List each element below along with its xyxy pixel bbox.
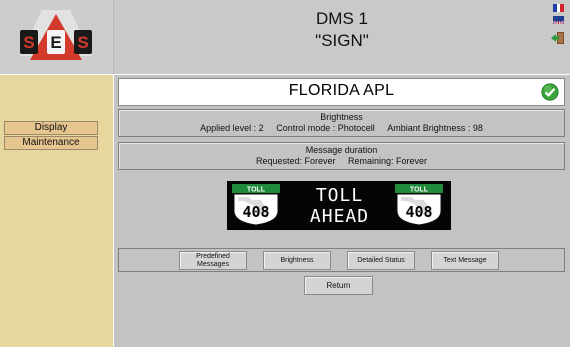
sign-label: "SIGN" [315, 31, 369, 50]
ambient-brightness: Ambiant Brightness : 98 [387, 123, 483, 133]
shield-number-right: 408 [405, 203, 432, 221]
sidebar-item-maintenance[interactable]: Maintenance [4, 136, 98, 150]
svg-text:S: S [23, 33, 34, 52]
toll-shield-icon: TOLL 408 [231, 184, 283, 226]
check-circle-icon [541, 83, 559, 101]
sidebar-item-display[interactable]: Display [4, 121, 98, 135]
sign-preview: TOLL 408 TOLL AHEAD TOLL 408 [227, 181, 451, 230]
svg-text:S: S [77, 33, 88, 52]
applied-level: Applied level : 2 [200, 123, 264, 133]
detailed-status-button[interactable]: Detailed Status [347, 251, 415, 270]
sign-name-panel: FLORIDA APL [118, 78, 565, 106]
main-panel: FLORIDA APL Brightness Applied level : 2… [114, 75, 570, 347]
brightness-panel: Brightness Applied level : 2 Control mod… [118, 109, 565, 137]
duration-title: Message duration [305, 145, 378, 155]
toll-shield-icon: TOLL 408 [394, 184, 446, 226]
ses-logo-icon: S E S [20, 10, 92, 60]
logout-icon[interactable] [551, 31, 565, 45]
brightness-title: Brightness [320, 112, 363, 122]
action-bar: Predefined Messages Brightness Detailed … [118, 248, 565, 272]
control-mode: Control mode : Photocell [276, 123, 375, 133]
english-flag-icon[interactable] [553, 16, 564, 24]
shield-label-right: TOLL [410, 187, 429, 194]
sign-line-2: AHEAD [309, 206, 370, 227]
sign-name: FLORIDA APL [288, 82, 395, 99]
sign-message: TOLL AHEAD [287, 185, 392, 227]
sign-line-1: TOLL [315, 185, 364, 206]
brightness-button[interactable]: Brightness [263, 251, 331, 270]
shield-number-left: 408 [242, 203, 269, 221]
logo: S E S [0, 0, 114, 74]
french-flag-icon[interactable] [553, 4, 565, 12]
requested-duration: Requested: Forever [255, 156, 336, 166]
text-message-button[interactable]: Text Message [431, 251, 499, 270]
sidebar: Display Maintenance [0, 75, 113, 347]
predefined-messages-button[interactable]: Predefined Messages [179, 251, 247, 270]
message-duration-panel: Message duration Requested: Forever Rema… [118, 142, 565, 170]
header: DMS 1 "SIGN" [114, 0, 570, 74]
svg-text:E: E [50, 33, 61, 52]
shield-label-left: TOLL [247, 187, 266, 194]
return-button[interactable]: Return [304, 276, 373, 295]
device-name: DMS 1 [316, 9, 368, 28]
remaining-duration: Remaining: Forever [348, 156, 428, 166]
page-title: DMS 1 "SIGN" [114, 8, 570, 52]
